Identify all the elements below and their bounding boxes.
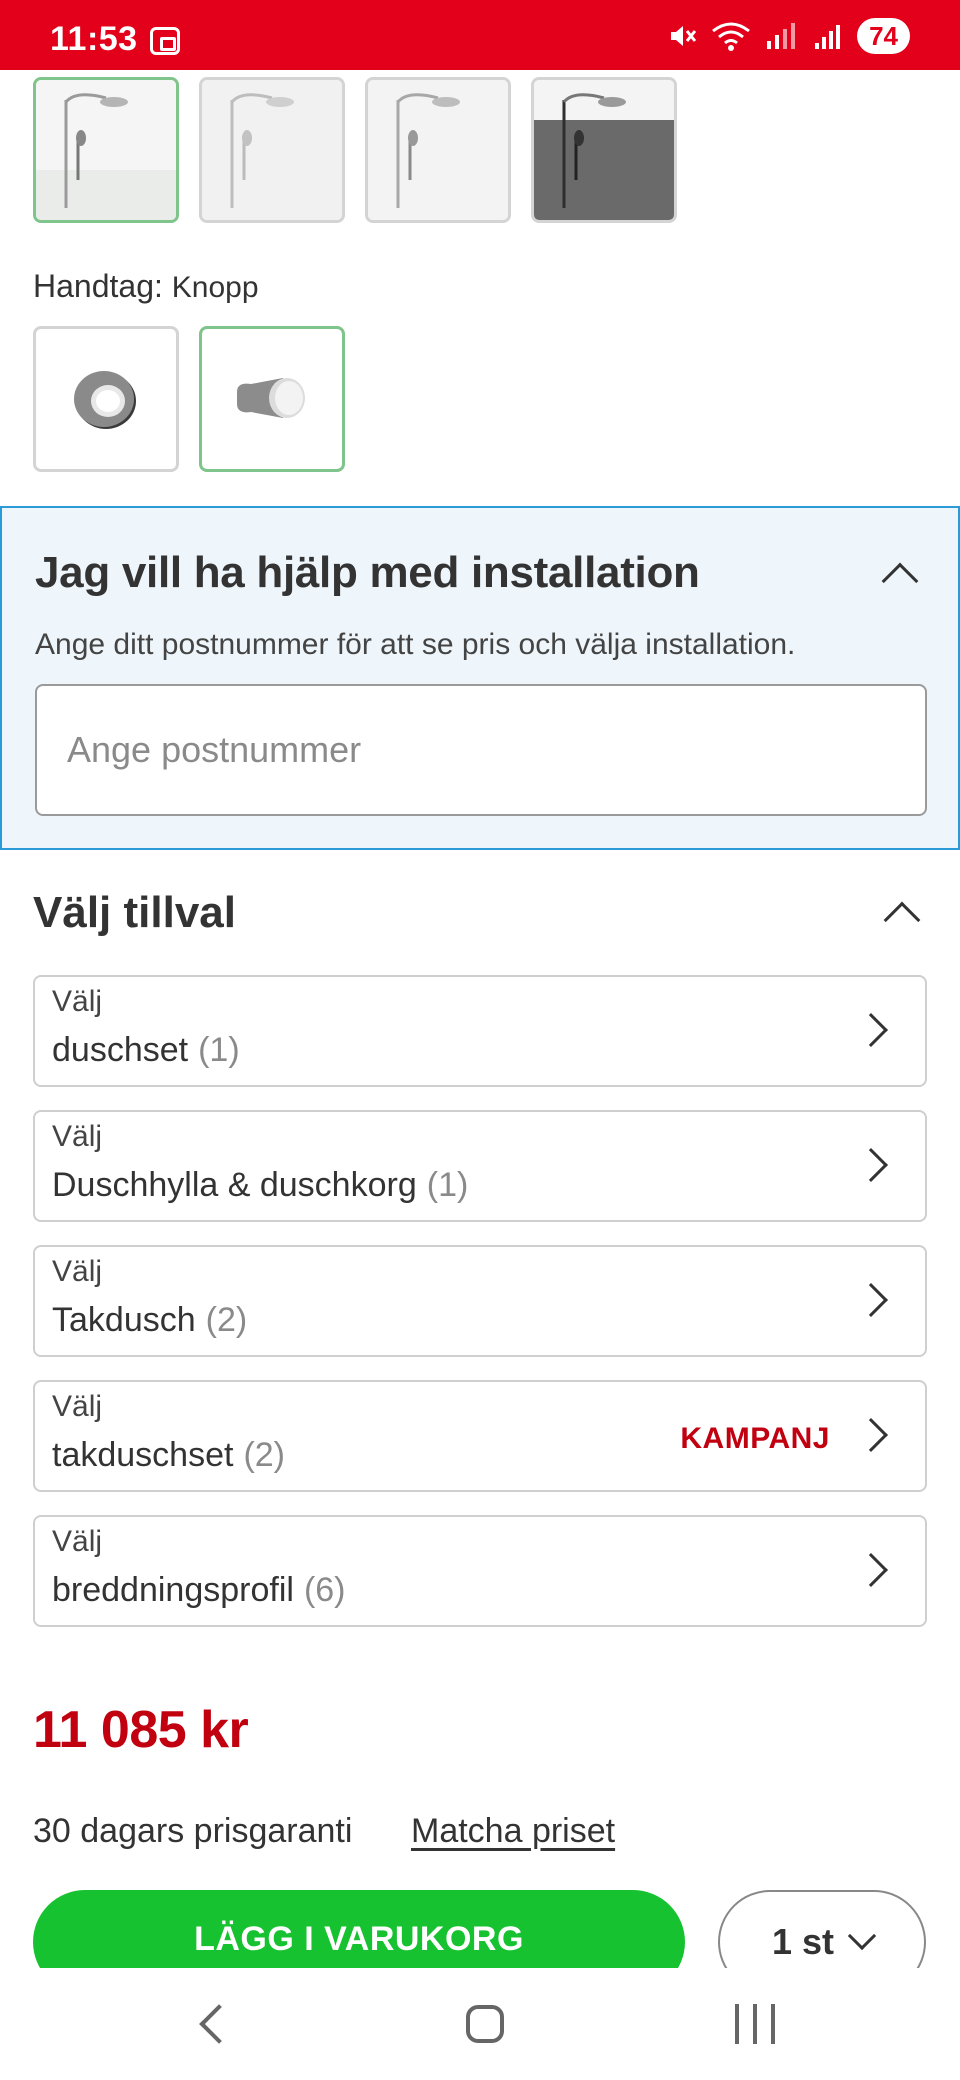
installation-description: Ange ditt postnummer för att se pris och… — [35, 628, 796, 661]
handle-selected-value: Knopp — [171, 271, 259, 304]
handle-label-text: Handtag: — [33, 268, 163, 304]
chevron-right-icon — [854, 1553, 888, 1587]
addon-count: (2) — [243, 1436, 286, 1474]
chevron-up-icon[interactable] — [881, 562, 919, 600]
addon-prefix: Välj — [52, 1525, 103, 1558]
chevron-up-icon[interactable] — [883, 901, 921, 939]
addon-item-takdusch[interactable]: Välj Takdusch (2) — [33, 1245, 927, 1357]
variant-thumbnail-2[interactable] — [199, 77, 345, 223]
chevron-right-icon — [854, 1418, 888, 1452]
variant-thumbnail-4[interactable] — [531, 77, 677, 223]
mute-icon — [671, 26, 697, 46]
screenshot-icon — [150, 27, 180, 55]
status-time: 11:53 — [50, 20, 138, 58]
addon-prefix: Välj — [52, 985, 103, 1018]
addon-count: (2) — [205, 1301, 248, 1339]
wifi-icon — [712, 22, 750, 51]
addon-count: (1) — [426, 1166, 469, 1204]
postal-code-input[interactable] — [35, 684, 927, 816]
addon-item-duschhylla[interactable]: Välj Duschhylla & duschkorg (1) — [33, 1110, 927, 1222]
chevron-down-icon — [847, 1921, 877, 1951]
addons-title: Välj tillval — [33, 888, 236, 937]
back-icon[interactable] — [199, 2004, 239, 2044]
signal-icon-2 — [815, 25, 841, 49]
battery-indicator: 74 — [857, 18, 910, 54]
status-bar: 11:53 74 — [0, 0, 960, 70]
match-price-link[interactable]: Matcha priset — [411, 1812, 615, 1851]
signal-icon — [767, 23, 796, 49]
knob-handle-icon — [237, 378, 305, 418]
shower-set-image — [534, 80, 674, 220]
status-icons: 74 — [667, 18, 910, 54]
installation-panel: Jag vill ha hjälp med installation Ange … — [0, 506, 960, 850]
addon-count: (1) — [198, 1031, 240, 1069]
addon-item-breddningsprofil[interactable]: Välj breddningsprofil (6) — [33, 1515, 927, 1627]
addon-name: takduschset (2) — [52, 1436, 286, 1474]
price-guarantee-text: 30 dagars prisgaranti — [33, 1812, 353, 1850]
handle-options — [33, 326, 345, 472]
addon-prefix: Välj — [52, 1255, 103, 1288]
addon-prefix: Välj — [52, 1390, 103, 1423]
shower-set-image — [368, 80, 508, 220]
chevron-right-icon — [854, 1013, 888, 1047]
recent-apps-icon[interactable] — [735, 2004, 775, 2044]
quantity-value: 1 st — [771, 1921, 835, 1962]
installation-title: Jag vill ha hjälp med installation — [35, 548, 700, 597]
home-icon[interactable] — [466, 2005, 504, 2043]
handle-label: Handtag: Knopp — [33, 268, 259, 305]
addon-count: (6) — [303, 1571, 346, 1609]
addon-name: Duschhylla & duschkorg (1) — [52, 1166, 469, 1204]
chevron-right-icon — [854, 1283, 888, 1317]
addon-item-duschset[interactable]: Välj duschset (1) — [33, 975, 927, 1087]
addon-prefix: Välj — [52, 1120, 103, 1153]
addon-name: duschset (1) — [52, 1031, 240, 1069]
campaign-badge: KAMPANJ — [680, 1422, 830, 1455]
addons-list: Välj duschset (1) Välj Duschhylla & dusch… — [33, 975, 927, 1650]
variant-thumbnail-3[interactable] — [365, 77, 511, 223]
handle-option-knob[interactable] — [199, 326, 345, 472]
addon-name: Takdusch (2) — [52, 1301, 248, 1339]
variant-thumbnail-1[interactable] — [33, 77, 179, 223]
addon-item-takduschset[interactable]: Välj takduschset (2) KAMPANJ — [33, 1380, 927, 1492]
shower-set-image — [202, 80, 342, 220]
product-price: 11 085 kr — [33, 1701, 249, 1759]
variant-thumbnails — [33, 77, 677, 223]
addon-name: breddningsprofil (6) — [52, 1571, 346, 1609]
shower-set-image — [36, 80, 176, 220]
handle-option-ring[interactable] — [33, 326, 179, 472]
system-nav-bar — [0, 1968, 960, 2080]
chevron-right-icon — [854, 1148, 888, 1182]
ring-handle-icon — [74, 371, 136, 429]
